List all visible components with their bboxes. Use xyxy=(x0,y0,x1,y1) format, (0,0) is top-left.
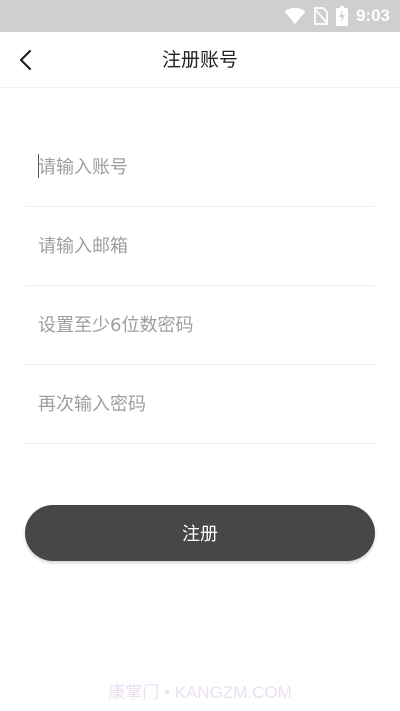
email-input[interactable] xyxy=(25,235,375,257)
back-button[interactable] xyxy=(8,42,44,78)
account-input[interactable] xyxy=(25,156,375,178)
register-button[interactable]: 注册 xyxy=(25,505,375,561)
register-form xyxy=(25,128,375,444)
email-field-row xyxy=(25,207,375,286)
text-cursor xyxy=(38,154,39,178)
wifi-icon xyxy=(284,7,306,25)
status-time: 9:03 xyxy=(355,6,390,25)
no-sim-icon xyxy=(313,7,328,25)
confirm-password-input[interactable] xyxy=(25,393,375,415)
password-input[interactable] xyxy=(25,314,375,336)
chevron-left-icon xyxy=(19,49,32,71)
watermark: 康掌门 • KANGZM.COM xyxy=(108,683,292,702)
battery-charging-icon xyxy=(335,6,348,26)
confirm-password-field-row xyxy=(25,365,375,444)
status-bar: 9:03 xyxy=(0,0,400,32)
app-header: 注册账号 xyxy=(0,32,400,88)
password-field-row xyxy=(25,286,375,365)
page-title: 注册账号 xyxy=(161,49,238,71)
account-field-row xyxy=(25,128,375,207)
